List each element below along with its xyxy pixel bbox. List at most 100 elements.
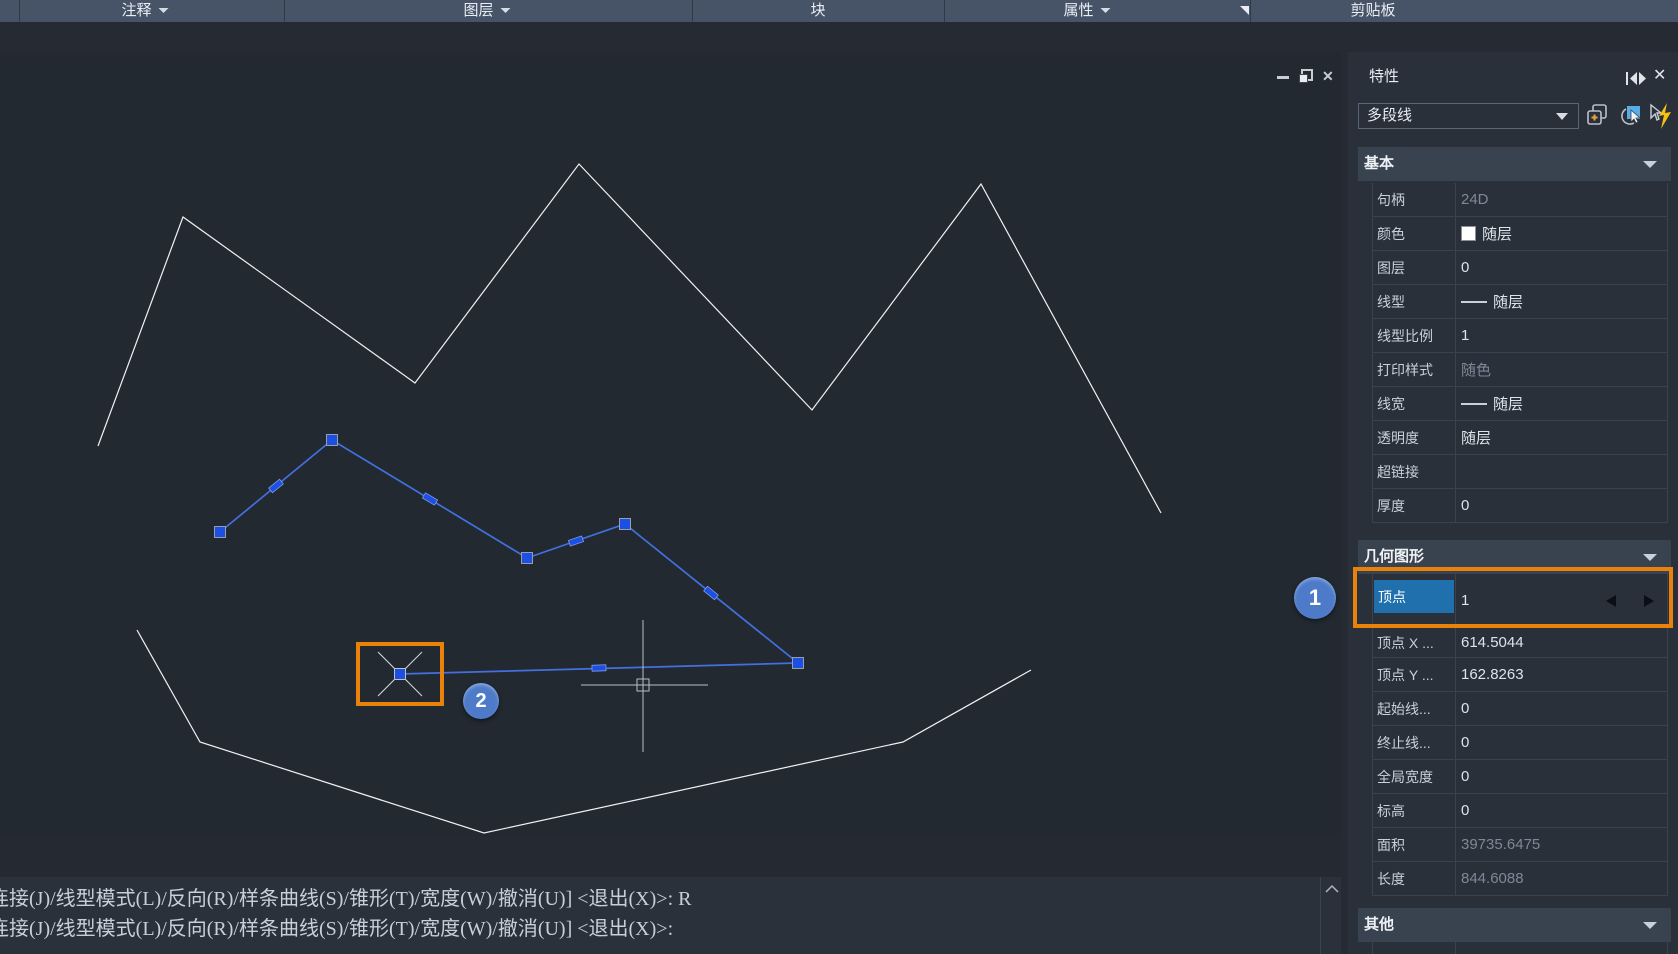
drawing-restore-button[interactable] <box>1299 69 1313 83</box>
vertex-grip[interactable] <box>620 519 631 530</box>
prop-value[interactable]: 随色 <box>1461 353 1491 386</box>
section-header-misc[interactable]: 其他 <box>1358 908 1671 942</box>
midpoint-grip[interactable] <box>568 536 583 546</box>
prop-label: 标高 <box>1377 794 1405 827</box>
prop-value[interactable]: 162.8263 <box>1461 658 1524 691</box>
property-row[interactable]: 长度844.6088 <box>1372 862 1668 896</box>
command-scroll-up-icon[interactable] <box>1323 883 1341 895</box>
vertex-grip[interactable] <box>327 435 338 446</box>
prop-value[interactable]: 随层 <box>1461 421 1491 454</box>
grid-divider <box>1455 628 1456 657</box>
grid-divider <box>1455 183 1456 216</box>
chevron-down-icon <box>1101 8 1111 13</box>
property-row[interactable]: 厚度0 <box>1372 489 1668 523</box>
auto-hide-icon[interactable] <box>1626 71 1648 86</box>
ribbon-separator <box>1250 0 1251 22</box>
quick-select-icon[interactable] <box>1584 101 1610 131</box>
midpoint-grip[interactable] <box>704 586 719 599</box>
selected-polyline[interactable] <box>220 440 798 674</box>
prop-value-text: 614.5044 <box>1461 634 1524 651</box>
prop-value-text: 844.6088 <box>1461 870 1524 887</box>
prop-label: 打印样式 <box>1377 353 1433 386</box>
white-polyline-1[interactable] <box>98 164 1161 513</box>
entity-type-dropdown[interactable]: 多段线 <box>1358 103 1579 129</box>
grid-divider <box>1455 455 1456 488</box>
panel-title: 特性 <box>1369 65 1399 86</box>
prop-value[interactable]: 随层 <box>1461 217 1512 250</box>
property-row[interactable]: 标高 0 <box>1372 794 1668 828</box>
drawing-canvas[interactable]: ✕ <box>0 52 1341 837</box>
prop-value[interactable]: 1 <box>1461 319 1469 352</box>
prop-value[interactable]: 0 <box>1461 692 1469 725</box>
prop-value[interactable]: 0 <box>1461 489 1469 522</box>
property-row[interactable]: 起始线...0 <box>1372 692 1668 726</box>
property-row[interactable]: 透明度随层 <box>1372 421 1668 455</box>
panel-dialog-launcher-icon[interactable] <box>1238 4 1250 16</box>
grid-divider <box>1455 489 1456 522</box>
select-objects-icon[interactable] <box>1616 101 1642 131</box>
prop-value-text: 随层 <box>1493 291 1523 312</box>
grid-divider <box>1455 251 1456 284</box>
property-row[interactable]: 颜色随层 <box>1372 217 1668 251</box>
property-row[interactable]: 终止线... 0 <box>1372 726 1668 760</box>
prop-value-text: 0 <box>1461 700 1469 717</box>
prop-value[interactable]: 随层 <box>1461 285 1523 318</box>
section-header-basic[interactable]: 基本 <box>1358 147 1671 181</box>
vertex-grip[interactable] <box>793 658 804 669</box>
collapse-arrow-icon <box>1643 554 1657 561</box>
vertex-grip[interactable] <box>522 553 533 564</box>
command-scrollbar[interactable] <box>1320 877 1342 954</box>
prop-value-text: 1 <box>1461 327 1469 344</box>
property-row[interactable]: 面积39735.6475 <box>1372 828 1668 862</box>
midpoint-grip[interactable] <box>269 479 284 492</box>
property-row[interactable]: 线宽随层 <box>1372 387 1668 421</box>
prop-value-text: 0 <box>1461 802 1469 819</box>
ribbon-panel-label: 注释 <box>121 2 151 19</box>
prop-value[interactable]: 0 <box>1461 760 1469 793</box>
drawing-svg <box>0 52 1341 837</box>
prop-value[interactable]: 0 <box>1461 251 1469 284</box>
prop-value[interactable]: 随层 <box>1461 387 1523 420</box>
property-row[interactable]: 线型比例 1 <box>1372 319 1668 353</box>
drawing-close-button[interactable]: ✕ <box>1322 68 1334 85</box>
property-row[interactable]: 图层0 <box>1372 251 1668 285</box>
command-window[interactable]: 连接(J)/线型模式(L)/反向(R)/样条曲线(S)/锥形(T)/宽度(W)/… <box>0 877 1341 954</box>
ribbon-panel-block[interactable]: 块 <box>810 0 825 22</box>
callout-box-panel <box>1353 567 1673 628</box>
pickadd-toggle-icon[interactable] <box>1648 101 1674 131</box>
prop-value[interactable]: 0 <box>1461 726 1469 759</box>
property-row[interactable]: 顶点 Y ...162.8263 <box>1372 658 1668 692</box>
drawing-minimize-button[interactable] <box>1277 76 1289 79</box>
property-row[interactable]: 顶点 X ...614.5044 <box>1372 628 1668 658</box>
ribbon-panel-layer[interactable]: 图层 <box>463 0 510 22</box>
prop-value-text: 随色 <box>1461 359 1491 380</box>
prop-label: 线型比例 <box>1377 319 1433 352</box>
ribbon-panel-attribute[interactable]: 属性 <box>1063 0 1110 22</box>
prop-label: 终止线... <box>1377 726 1431 759</box>
command-prompt-line[interactable]: 连接(J)/线型模式(L)/反向(R)/样条曲线(S)/锥形(T)/宽度(W)/… <box>0 914 673 944</box>
panel-close-icon[interactable]: ✕ <box>1653 65 1666 85</box>
midpoint-grip[interactable] <box>422 493 437 505</box>
linetype-sample <box>1461 301 1487 303</box>
property-row[interactable] <box>1372 942 1668 954</box>
white-polyline-2[interactable] <box>137 630 1031 833</box>
step-badge-2: 2 <box>463 683 499 719</box>
property-row[interactable]: 句柄24D <box>1372 183 1668 217</box>
vertex-grip[interactable] <box>215 527 226 538</box>
property-row[interactable]: 超链接 <box>1372 455 1668 489</box>
prop-value[interactable]: 0 <box>1461 794 1469 827</box>
prop-value-text: 39735.6475 <box>1461 836 1540 853</box>
grid-divider <box>1455 760 1456 793</box>
prop-value[interactable]: 614.5044 <box>1461 628 1524 657</box>
midpoint-grip[interactable] <box>592 665 606 671</box>
ribbon-separator <box>944 0 945 22</box>
property-row[interactable]: 打印样式 随色 <box>1372 353 1668 387</box>
prop-value[interactable]: 24D <box>1461 183 1489 216</box>
ribbon-panel-annotation[interactable]: 注释 <box>121 0 168 22</box>
properties-panel: 特性 ✕ 多段线 基本句柄24D颜色随层图层0线型随层线型比例 1 打印样式 随色线宽… <box>1348 52 1678 954</box>
property-row[interactable]: 全局宽度0 <box>1372 760 1668 794</box>
prop-value[interactable]: 39735.6475 <box>1461 828 1540 861</box>
property-row[interactable]: 线型随层 <box>1372 285 1668 319</box>
prop-value[interactable]: 844.6088 <box>1461 862 1524 895</box>
ribbon-panel-clipboard[interactable]: 剪贴板 <box>1350 0 1395 22</box>
